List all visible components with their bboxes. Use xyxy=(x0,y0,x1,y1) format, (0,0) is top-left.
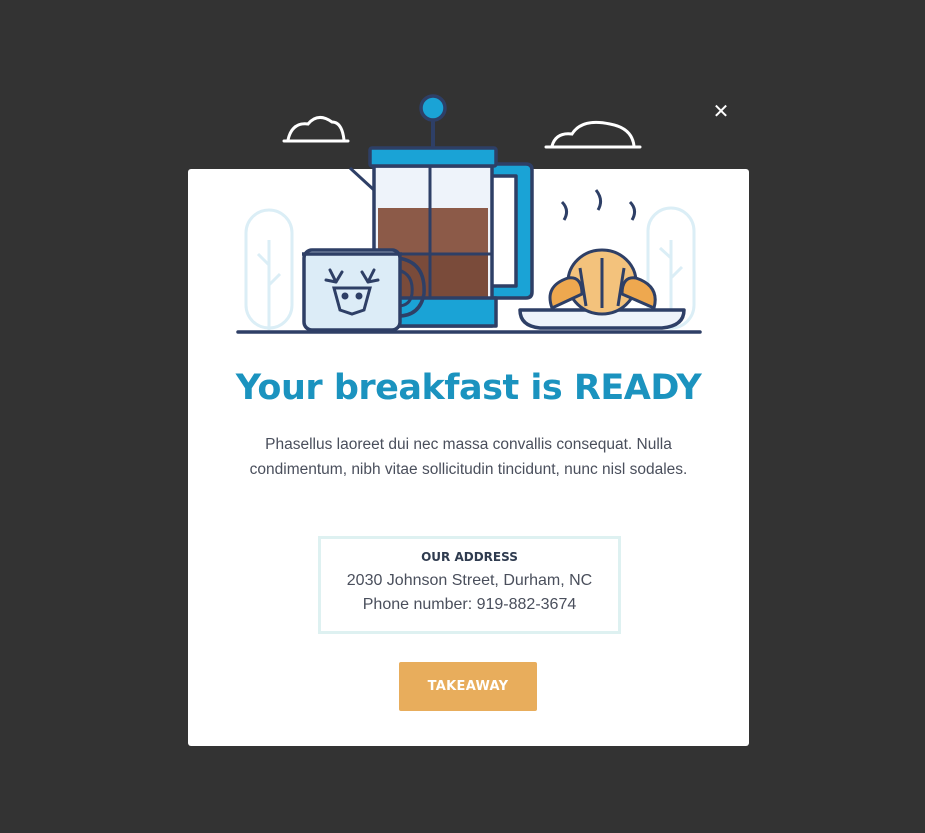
address-phone: Phone number: 919-882-3674 xyxy=(362,596,577,613)
cloud-icon xyxy=(282,116,350,143)
cloud-icon xyxy=(544,120,642,149)
address-box: OUR ADDRESS 2030 Johnson Street, Durham,… xyxy=(318,536,621,634)
address-street: 2030 Johnson Street, Durham, NC xyxy=(346,572,593,589)
croissant-icon xyxy=(548,189,657,316)
takeaway-button[interactable]: TAKEAWAY xyxy=(399,662,537,711)
breakfast-illustration xyxy=(236,94,702,334)
tree-icon xyxy=(244,208,294,330)
address-heading: OUR ADDRESS xyxy=(421,550,518,564)
popup-title: Your breakfast is READY xyxy=(235,368,702,408)
close-icon[interactable]: ✕ xyxy=(711,101,731,121)
popup-description: Phasellus laoreet dui nec massa convalli… xyxy=(249,436,688,478)
